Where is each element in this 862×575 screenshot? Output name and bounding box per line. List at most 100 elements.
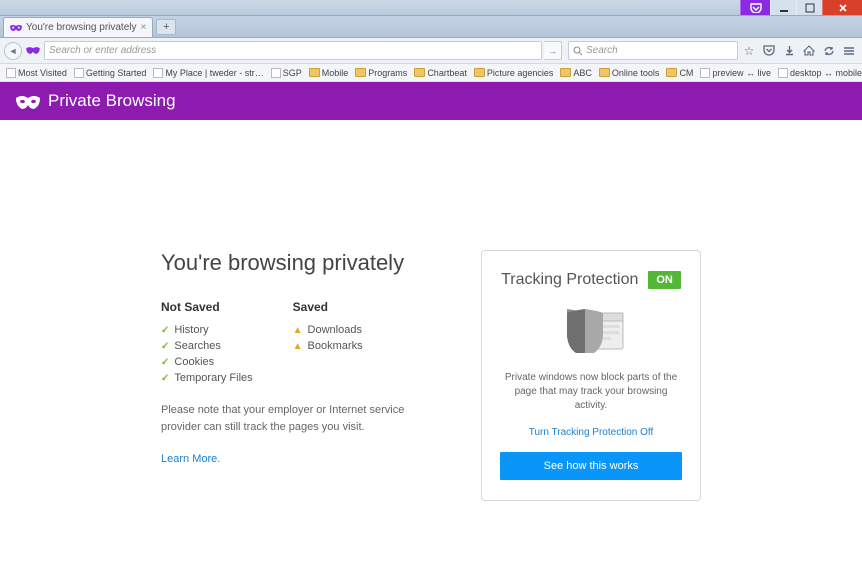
privacy-note: Please note that your employer or Intern…: [161, 402, 441, 435]
list-item-label: Bookmarks: [308, 340, 363, 352]
bookmark-label: SGP: [283, 68, 302, 78]
list-item: ✓ Temporary Files: [161, 370, 253, 386]
saved-header: Saved: [293, 300, 363, 314]
bookmark-label: My Place | tweder - str…: [165, 68, 263, 78]
check-icon: ✓: [161, 341, 169, 352]
tab-strip: You're browsing privately × +: [0, 16, 862, 38]
tab-title: You're browsing privately: [26, 22, 137, 33]
see-how-button[interactable]: See how this works: [500, 452, 682, 480]
tab-private-browsing[interactable]: You're browsing privately ×: [3, 17, 153, 37]
bookmark-item[interactable]: Mobile: [307, 67, 351, 79]
search-placeholder: Search: [586, 45, 618, 56]
folder-icon: [599, 68, 610, 77]
folder-icon: [414, 68, 425, 77]
privacy-heading: You're browsing privately: [161, 250, 441, 276]
pocket-titlebar-button[interactable]: [740, 0, 770, 15]
tracking-protection-card: Tracking Protection ON Private windows n…: [481, 250, 701, 501]
tracking-description: Private windows now block parts of the p…: [500, 371, 682, 413]
url-placeholder: Search or enter address: [49, 45, 156, 56]
saved-list: Saved ▲ Downloads ▲ Bookmarks: [293, 300, 363, 386]
bookmark-label: CM: [679, 68, 693, 78]
check-icon: ✓: [161, 373, 169, 384]
private-browsing-banner: Private Browsing: [0, 82, 862, 120]
page-icon: [271, 68, 281, 78]
maximize-button[interactable]: [796, 0, 822, 15]
folder-icon: [666, 68, 677, 77]
bookmark-item[interactable]: Getting Started: [72, 67, 149, 79]
list-item: ▲ Downloads: [293, 322, 363, 338]
home-icon[interactable]: [800, 42, 818, 60]
downloads-icon[interactable]: [780, 42, 798, 60]
minimize-button[interactable]: [770, 0, 796, 15]
bookmark-item[interactable]: ABC: [558, 67, 594, 79]
bookmark-item[interactable]: CM: [664, 67, 695, 79]
back-button[interactable]: ◄: [4, 42, 22, 60]
bookmark-item[interactable]: Most Visited: [4, 67, 69, 79]
navigation-toolbar: ◄ Search or enter address → Search ☆: [0, 38, 862, 64]
check-icon: ✓: [161, 357, 169, 368]
folder-icon: [309, 68, 320, 77]
search-input[interactable]: Search: [568, 41, 738, 60]
window-close-button[interactable]: [822, 0, 862, 15]
list-item-label: Cookies: [174, 356, 214, 368]
shield-illustration-icon: [551, 303, 631, 357]
see-how-label: See how this works: [544, 460, 639, 472]
list-item-label: Downloads: [308, 324, 362, 336]
page-icon: [74, 68, 84, 78]
bookmark-label: Most Visited: [18, 68, 67, 78]
not-saved-list: Not Saved ✓ History ✓ Searches ✓ Cookies ✓ Temp…: [161, 300, 253, 386]
bookmark-label: Chartbeat: [427, 68, 467, 78]
bookmark-label: Mobile: [322, 68, 349, 78]
bookmark-label: Programs: [368, 68, 407, 78]
turn-tracking-off-link[interactable]: Turn Tracking Protection Off: [529, 427, 654, 438]
bookmark-label: Getting Started: [86, 68, 147, 78]
new-tab-button[interactable]: +: [156, 19, 176, 35]
go-button[interactable]: →: [544, 41, 562, 60]
list-item-label: Searches: [174, 340, 220, 352]
page-icon: [153, 68, 163, 78]
bookmark-item[interactable]: Chartbeat: [412, 67, 469, 79]
url-input[interactable]: Search or enter address: [44, 41, 542, 60]
privacy-info-column: You're browsing privately Not Saved ✓ His…: [161, 250, 441, 501]
folder-icon: [355, 68, 366, 77]
list-item-label: Temporary Files: [174, 372, 252, 384]
bookmark-label: desktop ↔ mobile: [790, 68, 862, 78]
bookmark-item[interactable]: Picture agencies: [472, 67, 556, 79]
bookmark-item[interactable]: desktop ↔ mobile: [776, 67, 862, 79]
bookmark-label: preview ↔ live: [712, 68, 771, 78]
list-item: ✓ Cookies: [161, 354, 253, 370]
mask-icon: [16, 94, 38, 108]
tracking-title: Tracking Protection: [501, 271, 638, 289]
page-icon: [700, 68, 710, 78]
search-icon: [573, 46, 583, 56]
bookmark-star-icon[interactable]: ☆: [740, 42, 758, 60]
bookmark-item[interactable]: My Place | tweder - str…: [151, 67, 265, 79]
bookmark-item[interactable]: preview ↔ live: [698, 67, 773, 79]
bookmark-item[interactable]: Programs: [353, 67, 409, 79]
identity-mask-icon[interactable]: [24, 42, 42, 60]
learn-more-link[interactable]: Learn More.: [161, 453, 220, 465]
list-item: ✓ Searches: [161, 338, 253, 354]
bookmark-item[interactable]: Online tools: [597, 67, 662, 79]
not-saved-header: Not Saved: [161, 300, 253, 314]
check-icon: ✓: [161, 325, 169, 336]
list-item: ▲ Bookmarks: [293, 338, 363, 354]
bookmarks-toolbar: Most Visited Getting Started My Place | tw…: [0, 64, 862, 82]
bookmark-item[interactable]: SGP: [269, 67, 304, 79]
tab-close-icon[interactable]: ×: [141, 22, 147, 33]
menu-icon[interactable]: [840, 42, 858, 60]
mask-icon: [10, 24, 22, 32]
content-area: You're browsing privately Not Saved ✓ His…: [0, 120, 862, 501]
warning-icon: ▲: [293, 325, 303, 336]
sync-icon[interactable]: [820, 42, 838, 60]
list-item: ✓ History: [161, 322, 253, 338]
bookmark-label: ABC: [573, 68, 592, 78]
list-item-label: History: [174, 324, 208, 336]
bookmark-label: Picture agencies: [487, 68, 554, 78]
banner-title: Private Browsing: [48, 91, 176, 111]
warning-icon: ▲: [293, 341, 303, 352]
folder-icon: [474, 68, 485, 77]
folder-icon: [560, 68, 571, 77]
page-icon: [778, 68, 788, 78]
pocket-icon[interactable]: [760, 42, 778, 60]
